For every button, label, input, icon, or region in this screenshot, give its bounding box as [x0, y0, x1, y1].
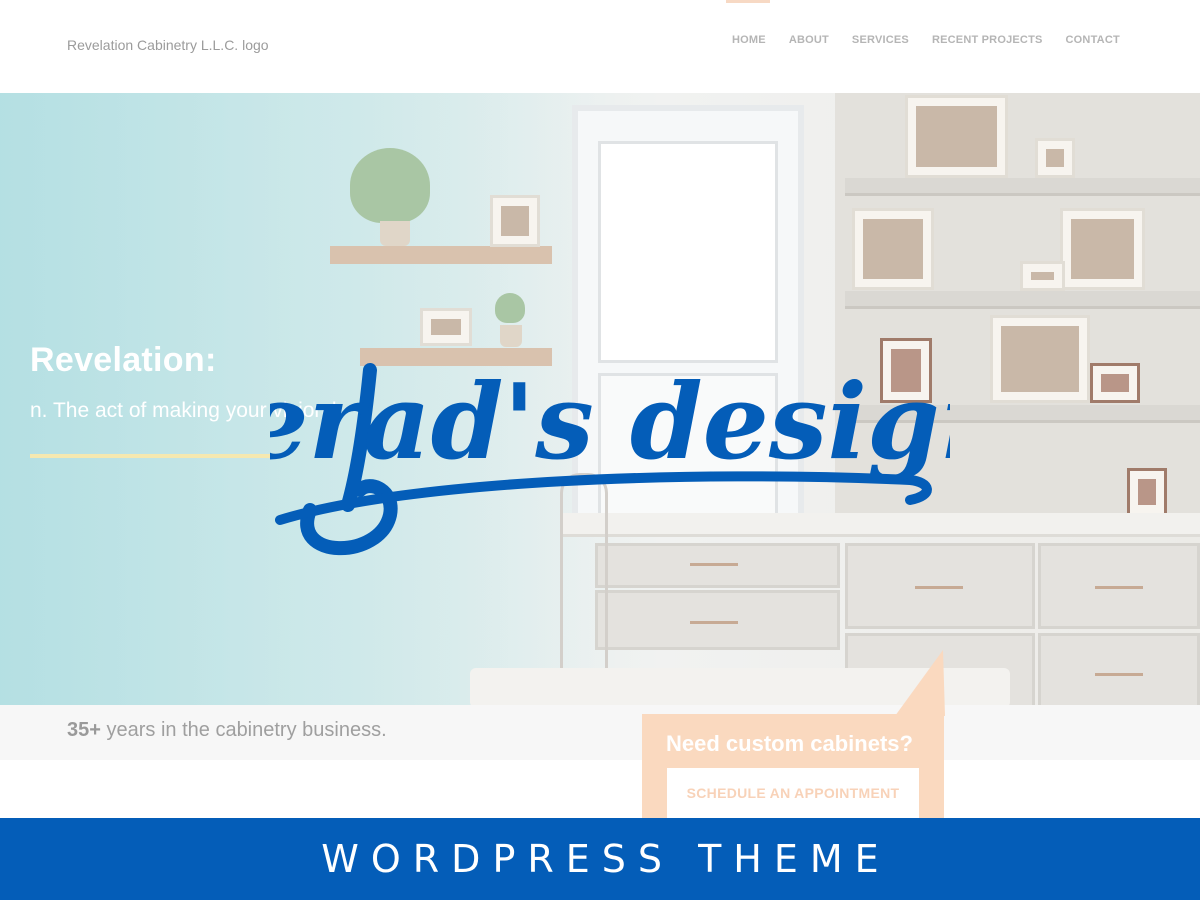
nav-active-indicator	[726, 0, 770, 3]
hero-accent-line	[30, 454, 271, 458]
shelf-frame	[1020, 261, 1065, 291]
nav-home[interactable]: HOME	[732, 34, 766, 46]
shelf-frame	[1127, 468, 1167, 516]
watermark-text: jerad's design	[270, 360, 950, 483]
site-logo[interactable]: Revelation Cabinetry L.L.C. logo	[67, 37, 269, 53]
shelf-board	[845, 178, 1200, 196]
shelf-frame	[490, 195, 540, 247]
drawer-pull	[1095, 673, 1143, 676]
banner-text: WORDPRESS THEME	[321, 837, 891, 881]
plant-pot	[380, 221, 410, 246]
nav-about[interactable]: ABOUT	[789, 34, 829, 46]
cta-heading: Need custom cabinets?	[666, 731, 913, 756]
nav-recent-projects[interactable]: RECENT PROJECTS	[932, 34, 1043, 46]
drawer-pull	[915, 586, 963, 589]
wordpress-theme-banner: WORDPRESS THEME	[0, 818, 1200, 900]
years-label: years in the cabinetry business.	[100, 719, 387, 741]
drawer-pull	[690, 621, 738, 624]
nav-contact[interactable]: CONTACT	[1066, 34, 1120, 46]
shelf-frame	[1060, 208, 1145, 290]
schedule-appointment-button[interactable]: SCHEDULE AN APPOINTMENT	[667, 768, 919, 818]
nav-services[interactable]: SERVICES	[852, 34, 909, 46]
hero-title: Revelation:	[30, 341, 217, 379]
cabinet-drawer	[1038, 633, 1200, 705]
shelf-board	[845, 291, 1200, 309]
plant-decor	[495, 293, 525, 323]
shelf-frame	[990, 315, 1090, 403]
shelf-frame	[905, 95, 1008, 178]
floating-shelf-upper	[330, 246, 552, 264]
cabinet-drawer	[595, 590, 840, 650]
years-in-business: 35+ years in the cabinetry business.	[67, 719, 387, 742]
main-nav: HOME ABOUT SERVICES RECENT PROJECTS CONT…	[732, 34, 1143, 46]
shelf-frame	[1090, 363, 1140, 403]
shelf-frame	[1035, 138, 1075, 178]
page: Revelation Cabinetry L.L.C. logo HOME AB…	[0, 0, 1200, 900]
site-header: Revelation Cabinetry L.L.C. logo HOME AB…	[0, 0, 1200, 93]
cta-speech-notch	[895, 650, 945, 716]
watermark-logo: jerad's design	[270, 360, 950, 556]
shelf-frame	[852, 208, 934, 290]
years-number: 35+	[67, 719, 101, 741]
drawer-pull	[1095, 586, 1143, 589]
plant-decor	[350, 148, 430, 223]
